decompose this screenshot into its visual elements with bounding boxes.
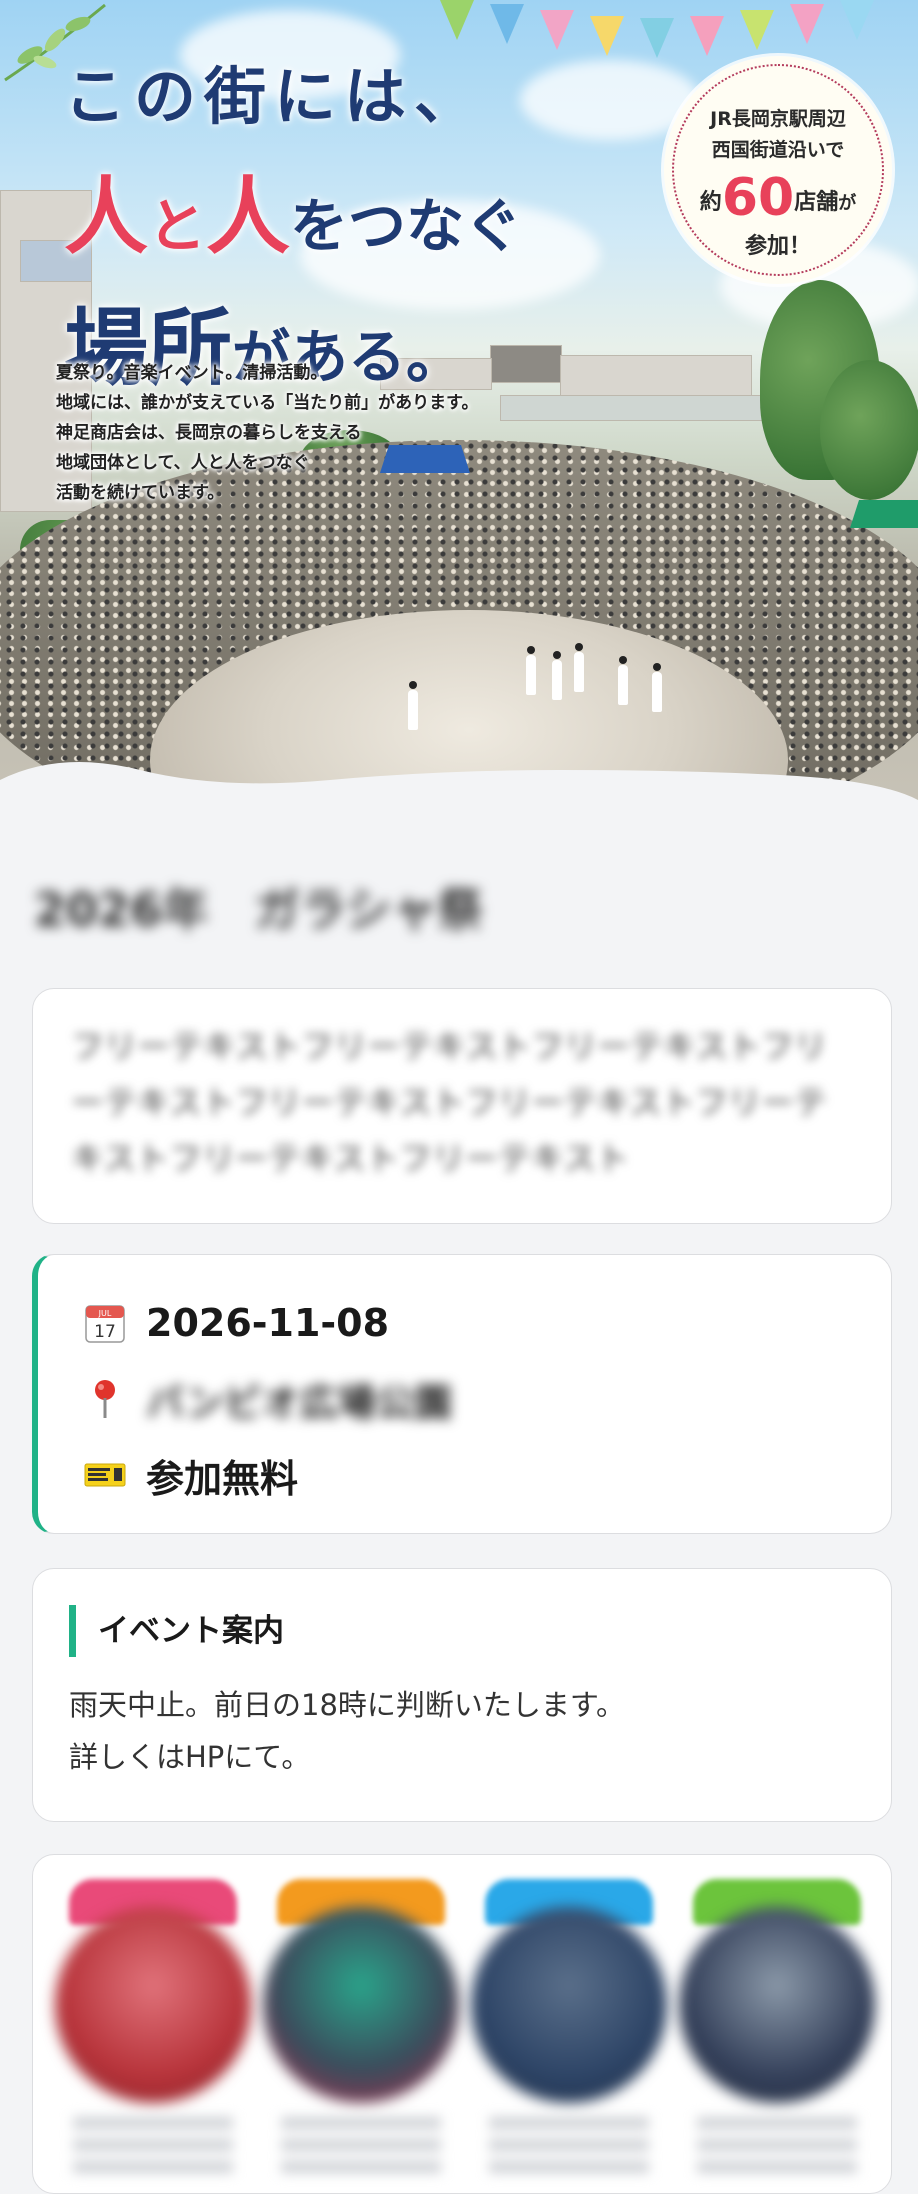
flag <box>590 16 624 56</box>
guide-line: 詳しくはHPにて。 <box>69 1740 311 1774</box>
participating-shops-carousel[interactable] <box>32 1854 892 2194</box>
description-line: 夏祭り。音楽イベント。清掃活動。 <box>56 363 328 383</box>
svg-text:JUL: JUL <box>98 1309 112 1318</box>
event-info-card: JUL 17 2026-11-08 バンビオ広場公園 参加無料 <box>32 1254 892 1534</box>
shop-item[interactable] <box>263 1879 459 2181</box>
shop-item[interactable] <box>679 1879 875 2181</box>
shop-photo <box>471 1907 667 2103</box>
shop-caption <box>489 2117 649 2181</box>
description-line: 神足商店会は、長岡京の暮らしを支える <box>56 423 362 443</box>
headline-word: 人 <box>64 167 149 266</box>
performer <box>574 643 584 692</box>
free-text: フリーテキストフリーテキストフリーテキストフリーテキストフリーテキストフリーテキ… <box>71 1027 828 1178</box>
description-line: 地域団体として、人と人をつなぐ <box>56 453 310 473</box>
fee-row: 参加無料 <box>80 1437 891 1513</box>
svg-text:17: 17 <box>94 1322 116 1342</box>
wave-divider <box>0 762 918 830</box>
headline-word: をつなぐ <box>290 192 523 260</box>
event-place: バンビオ広場公園 <box>146 1380 452 1425</box>
badge-prefix: 約 <box>699 190 722 215</box>
guide-body: 雨天中止。前日の18時に判断いたします。 詳しくはHPにて。 <box>69 1679 855 1783</box>
shop-item[interactable] <box>471 1879 667 2181</box>
hero-headline: この街には、 人と人をつなぐ 場所がある。 <box>64 46 522 402</box>
green-tent <box>850 500 918 528</box>
flag <box>740 10 774 50</box>
hero-description: 夏祭り。音楽イベント。清掃活動。 地域には、誰かが支えている「当たり前」がありま… <box>56 358 478 508</box>
pin-icon <box>80 1374 130 1424</box>
badge-line: 参加！ <box>744 234 811 259</box>
free-text-card: フリーテキストフリーテキストフリーテキストフリーテキストフリーテキストフリーテキ… <box>32 988 892 1224</box>
flag <box>490 4 524 44</box>
shop-caption <box>73 2117 233 2181</box>
performer <box>552 651 562 700</box>
calendar-icon: JUL 17 <box>80 1298 130 1348</box>
event-date: 2026-11-08 <box>146 1301 390 1345</box>
shop-photo <box>263 1907 459 2103</box>
event-title: 2026年 ガラシャ祭 <box>34 883 484 937</box>
place-row: バンビオ広場公園 <box>80 1361 891 1437</box>
hero-banner: この街には、 人と人をつなぐ 場所がある。 夏祭り。音楽イベント。清掃活動。 地… <box>0 0 918 830</box>
flag <box>440 0 474 40</box>
badge-line: 西国街道沿いで <box>711 139 845 161</box>
shop-item[interactable] <box>55 1879 251 2181</box>
bunting-flags <box>430 0 900 58</box>
badge-particle: が <box>838 193 857 214</box>
shop-count-badge: JR長岡京駅周辺 西国街道沿いで 約60店舗が 参加！ <box>664 56 892 284</box>
shop-photo <box>679 1907 875 2103</box>
flag <box>640 18 674 58</box>
headline-word: と <box>148 192 207 260</box>
shop-photo <box>55 1907 251 2103</box>
performer <box>652 663 662 712</box>
badge-count: 60 <box>721 168 795 228</box>
description-line: 地域には、誰かが支えている「当たり前」があります。 <box>56 393 479 413</box>
badge-line: JR長岡京駅周辺 <box>710 108 846 130</box>
headline-line1: この街には、 <box>64 60 485 133</box>
shop-caption <box>697 2117 857 2181</box>
flag <box>840 0 874 40</box>
flag <box>690 16 724 56</box>
date-row: JUL 17 2026-11-08 <box>80 1285 891 1361</box>
tree <box>820 360 918 500</box>
guide-heading: イベント案内 <box>69 1605 855 1657</box>
event-fee: 参加無料 <box>146 1456 299 1501</box>
description-line: 活動を続けています。 <box>56 483 225 503</box>
shop-caption <box>281 2117 441 2181</box>
performer <box>526 646 536 695</box>
building <box>560 355 752 397</box>
station-bridge <box>500 395 802 421</box>
badge-suffix: 店舗 <box>794 190 839 215</box>
flag <box>540 10 574 50</box>
guide-line: 雨天中止。前日の18時に判断いたします。 <box>69 1688 626 1722</box>
badge-count-line: 約60店舗が <box>664 168 892 228</box>
headline-word: 人 <box>206 167 291 266</box>
ticket-icon <box>80 1450 130 1500</box>
headline-line2: 人と人をつなぐ <box>64 150 522 271</box>
performer <box>408 681 418 730</box>
flag <box>790 4 824 44</box>
event-guide-card: イベント案内 雨天中止。前日の18時に判断いたします。 詳しくはHPにて。 <box>32 1568 892 1822</box>
performer <box>618 656 628 705</box>
